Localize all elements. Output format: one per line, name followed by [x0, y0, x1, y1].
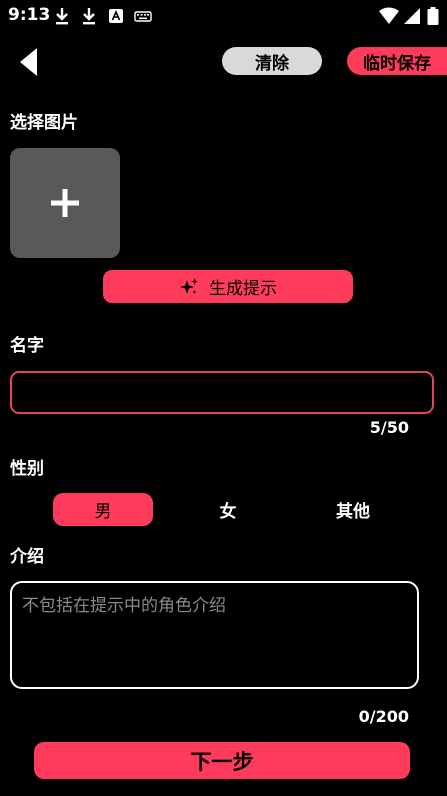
status-bar: 9:13 [0, 0, 447, 32]
text-a-icon [109, 9, 123, 23]
battery-icon [427, 7, 439, 25]
gender-section-label: 性别 [10, 459, 44, 479]
status-time: 9:13 [8, 5, 51, 25]
download-icon [56, 8, 68, 25]
back-button[interactable] [14, 44, 42, 80]
keyboard-icon [134, 11, 152, 22]
gender-option-other[interactable]: 其他 [303, 493, 403, 526]
name-section-label: 名字 [10, 336, 44, 356]
name-input[interactable] [10, 371, 434, 414]
download-icon [83, 8, 95, 25]
clear-button[interactable]: 清除 [222, 47, 322, 75]
image-section-label: 选择图片 [10, 113, 78, 133]
gender-option-male[interactable]: 男 [53, 493, 153, 526]
name-char-counter: 5/50 [369, 418, 409, 437]
next-step-button[interactable]: 下一步 [34, 742, 410, 779]
sparkle-icon [180, 277, 198, 294]
back-arrow-icon [20, 48, 37, 76]
signal-icon [404, 8, 420, 24]
plus-icon [51, 189, 79, 217]
image-picker-button[interactable] [10, 148, 120, 258]
generate-prompt-label: 生成提示 [209, 279, 277, 299]
intro-char-counter: 0/200 [358, 707, 409, 726]
intro-section-label: 介绍 [10, 547, 44, 567]
intro-textarea[interactable] [10, 581, 419, 689]
temp-save-button[interactable]: 临时保存 [347, 47, 447, 75]
gender-option-female[interactable]: 女 [178, 493, 278, 526]
wifi-icon [379, 7, 399, 24]
generate-prompt-button[interactable]: 生成提示 [103, 270, 353, 303]
